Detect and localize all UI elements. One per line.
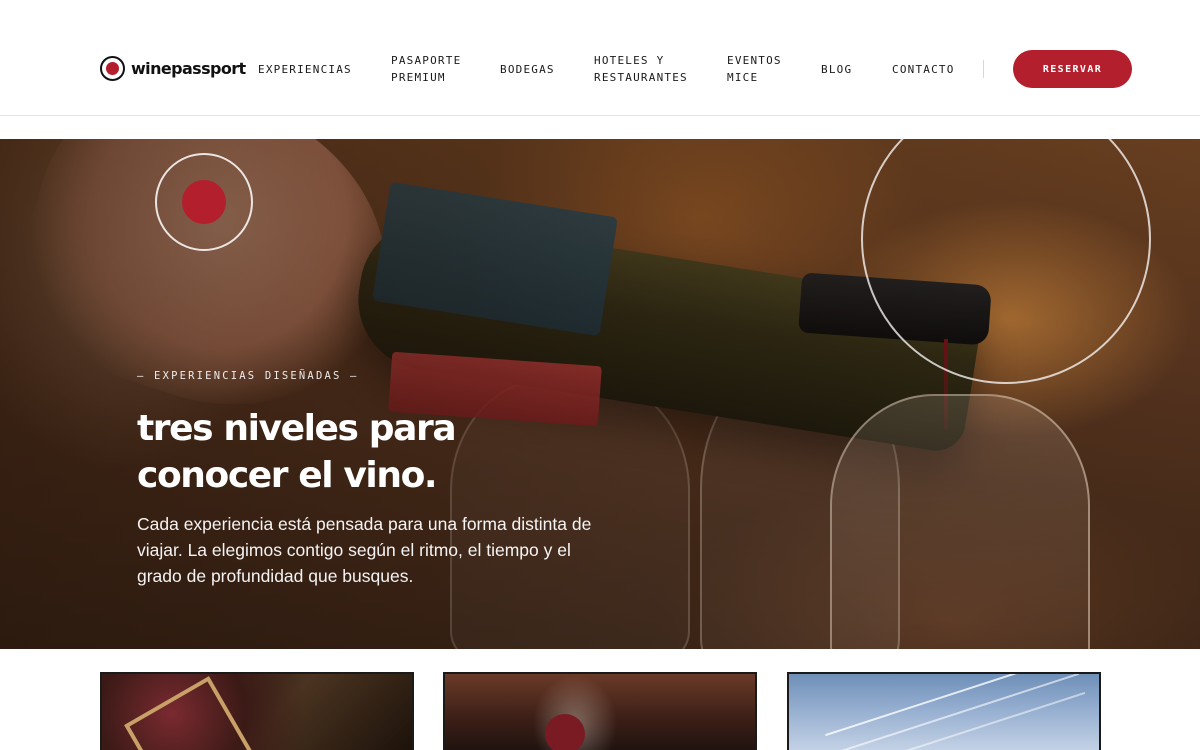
nav-label-line1: PASAPORTE xyxy=(391,54,462,67)
hero-eyebrow: — EXPERIENCIAS DISEÑADAS — xyxy=(137,370,359,382)
record-circle-icon xyxy=(100,56,125,81)
hero-description: Cada experiencia está pensada para una f… xyxy=(137,514,592,586)
site-header: winepassport EXPERIENCIAS PASAPORTE PREM… xyxy=(0,0,1200,116)
nav-item-label: EVENTOS MICE xyxy=(727,52,782,86)
logo-text: winepassport xyxy=(131,59,246,78)
logo-link[interactable]: winepassport xyxy=(100,56,246,81)
nav-label-line2: MICE xyxy=(727,71,759,84)
nav-item-eventos-mice[interactable]: EVENTOS MICE xyxy=(727,52,782,86)
nav-item-label: BLOG xyxy=(821,62,853,76)
nav-item-label: BODEGAS xyxy=(500,62,555,76)
nav-item-label: CONTACTO xyxy=(892,62,955,76)
nav-item-bodegas[interactable]: BODEGAS xyxy=(500,52,555,86)
experience-card-image[interactable] xyxy=(443,672,757,750)
nav-label-line2: RESTAURANTES xyxy=(594,71,688,84)
nav-item-contacto[interactable]: CONTACTO xyxy=(892,52,955,86)
nav-item-blog[interactable]: BLOG xyxy=(821,52,852,86)
hero-title-line: tres niveles para xyxy=(137,408,457,449)
nav-item-label: HOTELES Y RESTAURANTES xyxy=(594,52,688,86)
reserve-button[interactable]: RESERVAR xyxy=(1013,50,1132,88)
nav-label-line2: PREMIUM xyxy=(391,71,446,84)
nav-label-line1: EXPERIENCIAS xyxy=(258,62,352,76)
nav-item-pasaporte-premium[interactable]: PASAPORTE PREMIUM xyxy=(391,52,461,86)
nav-label-line1: EVENTOS xyxy=(727,54,782,67)
target-dot xyxy=(182,180,226,224)
nav-item-label: PASAPORTE PREMIUM xyxy=(391,52,461,86)
hero-title: tres niveles para conocer el vino. xyxy=(137,405,637,499)
nav-item-hoteles-restaurantes[interactable]: HOTELES Y RESTAURANTES xyxy=(594,52,688,86)
experience-card-image[interactable] xyxy=(100,672,414,750)
nav-item-experiencias[interactable]: EXPERIENCIAS xyxy=(258,52,352,86)
hero-title-line: conocer el vino. xyxy=(137,455,438,496)
experience-card-image[interactable] xyxy=(787,672,1101,750)
target-dot-icon xyxy=(155,153,253,251)
hero-section: — EXPERIENCIAS DISEÑADAS — tres niveles … xyxy=(0,139,1200,649)
nav-divider xyxy=(983,60,984,78)
experience-cards xyxy=(0,672,1200,750)
nav-label-line1: HOTELES Y xyxy=(594,54,665,67)
nav-item-label: EXPERIENCIAS xyxy=(258,61,352,78)
